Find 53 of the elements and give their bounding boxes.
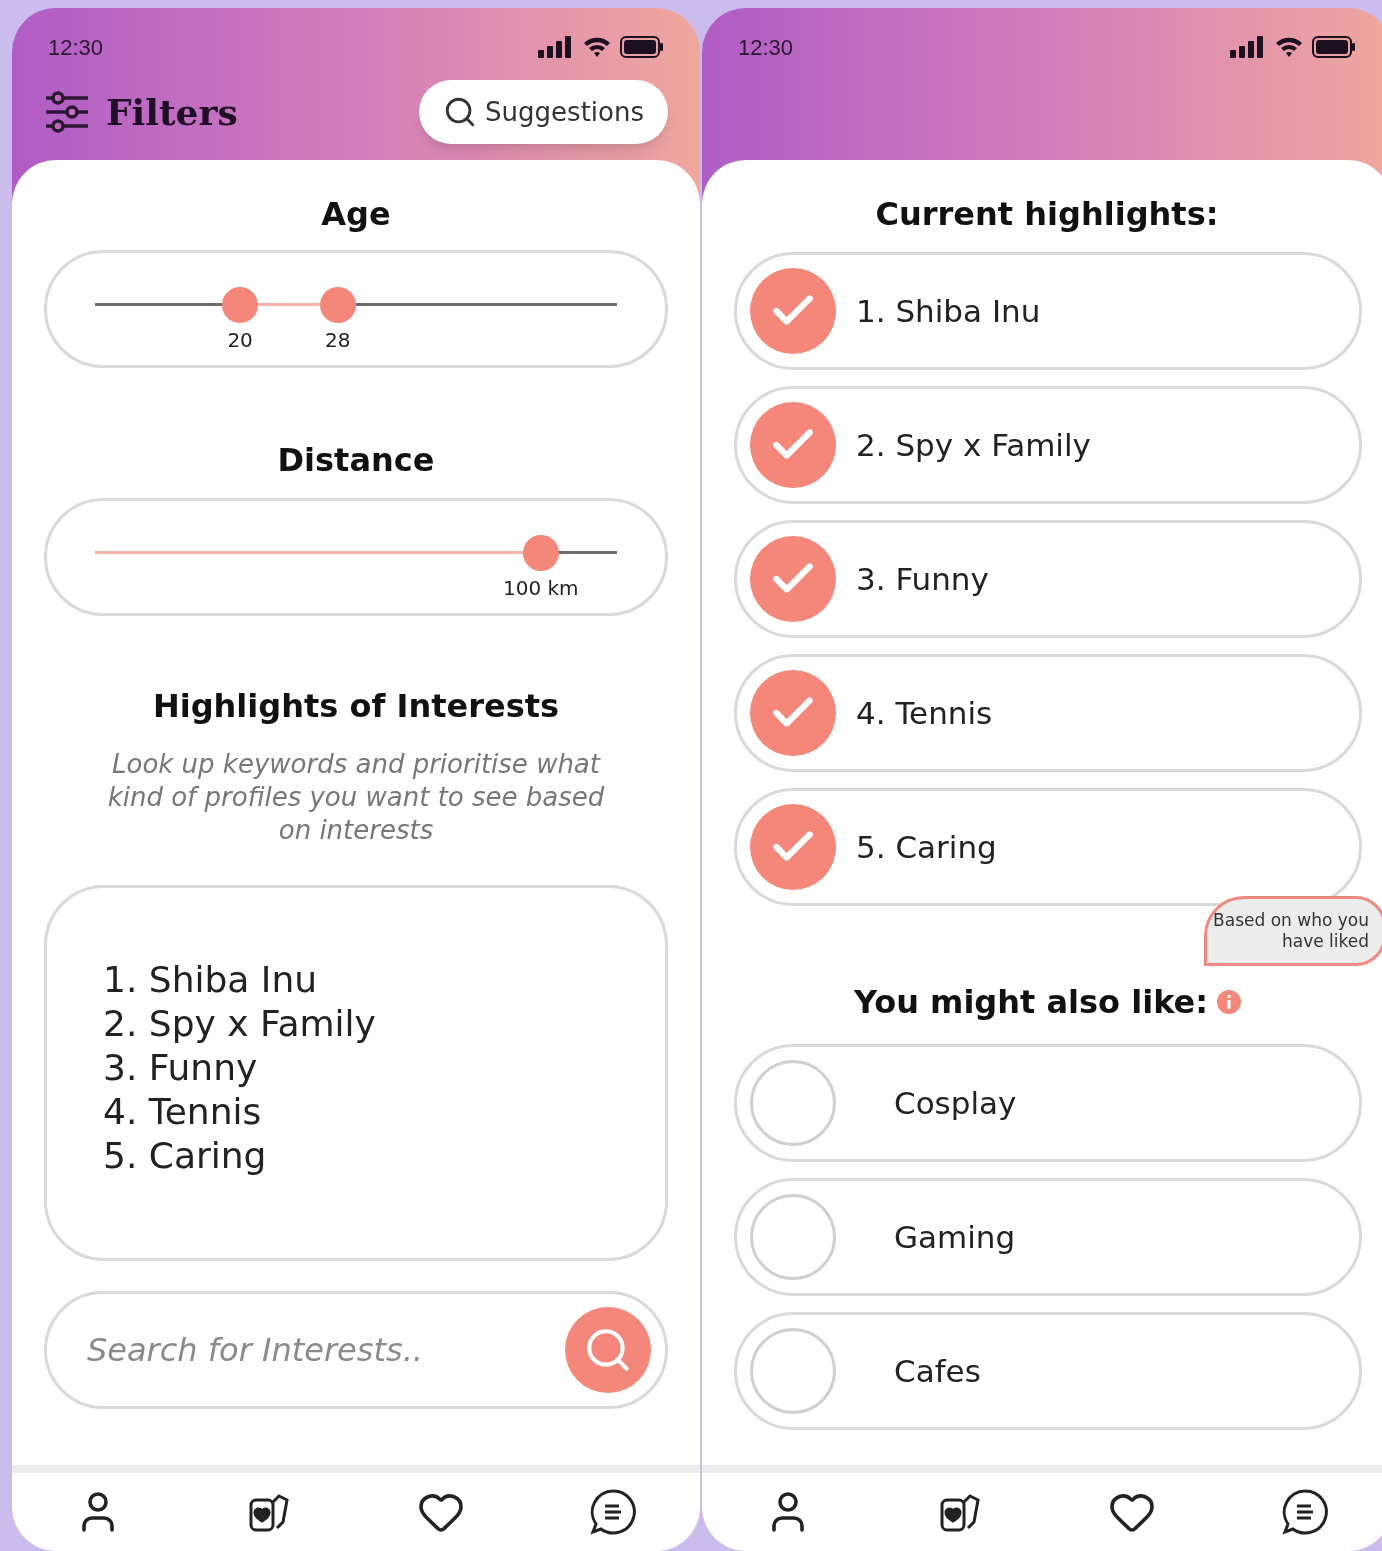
battery-icon: [620, 36, 664, 58]
interest-item: 4. Tennis: [103, 1090, 263, 1134]
slider-track[interactable]: [95, 287, 617, 323]
option-label: 5. Caring: [856, 827, 997, 867]
interest-option[interactable]: 4. Tennis: [734, 654, 1362, 772]
chat-icon[interactable]: [1280, 1487, 1330, 1537]
signal-icon: [538, 36, 574, 58]
interest-item: 1. Shiba Inu: [103, 958, 319, 1002]
section-title: You might also like:: [853, 982, 1209, 1023]
slider-value: 20: [227, 327, 253, 354]
suggestions-button[interactable]: Suggestions: [419, 80, 668, 144]
interest-option[interactable]: 2. Spy x Family: [734, 386, 1362, 504]
option-label: Cafes: [894, 1351, 981, 1391]
interest-option[interactable]: 1. Shiba Inu: [734, 252, 1362, 370]
info-icon[interactable]: [1216, 989, 1243, 1015]
section-title: Highlights of Interests: [151, 686, 561, 727]
search-button[interactable]: [565, 1307, 651, 1393]
slider-thumb[interactable]: [319, 287, 356, 323]
search-field[interactable]: Search for Interests..: [44, 1291, 668, 1409]
signal-icon: [1230, 36, 1266, 58]
chat-icon[interactable]: [588, 1487, 639, 1537]
screen-title: Filters: [106, 90, 238, 135]
option-label: 3. Funny: [856, 559, 989, 599]
interest-item: 5. Caring: [103, 1134, 268, 1178]
wifi-icon: [582, 35, 612, 59]
section-description: Look up keywords and prioritise what kind of profiles you want to see based on interests: [106, 748, 606, 847]
interest-option[interactable]: 3. Funny: [734, 520, 1362, 638]
sliders-icon[interactable]: [44, 90, 90, 134]
interest-option[interactable]: Cafes: [734, 1312, 1362, 1430]
option-label: 1. Shiba Inu: [856, 291, 1041, 331]
battery-icon: [1312, 36, 1356, 58]
section-title: Age: [320, 194, 392, 235]
interest-option[interactable]: Gaming: [734, 1178, 1362, 1296]
search-input[interactable]: Search for Interests..: [87, 1326, 565, 1374]
interest-option[interactable]: Cosplay: [734, 1044, 1362, 1162]
option-label: Cosplay: [894, 1083, 1017, 1123]
section-title: Current highlights:: [874, 194, 1220, 235]
interest-option[interactable]: 5. Caring: [734, 788, 1362, 906]
option-label: 2. Spy x Family: [856, 425, 1091, 465]
wifi-icon: [1274, 35, 1304, 59]
slider-value: 28: [325, 327, 351, 354]
status-time: 12:30: [738, 33, 794, 62]
interest-item: 2. Spy x Family: [103, 1002, 377, 1046]
slider-thumb[interactable]: [522, 535, 559, 571]
option-label: Gaming: [894, 1217, 1016, 1257]
section-title: Distance: [276, 440, 436, 481]
slider-track[interactable]: [95, 535, 617, 571]
tooltip-bubble: Based on who you have liked: [1204, 896, 1382, 966]
interest-item: 3. Funny: [103, 1046, 259, 1090]
option-label: 4. Tennis: [856, 693, 993, 733]
slider-value: 100 km: [503, 575, 579, 602]
slider-thumb[interactable]: [222, 287, 259, 323]
status-time: 12:30: [48, 33, 104, 62]
